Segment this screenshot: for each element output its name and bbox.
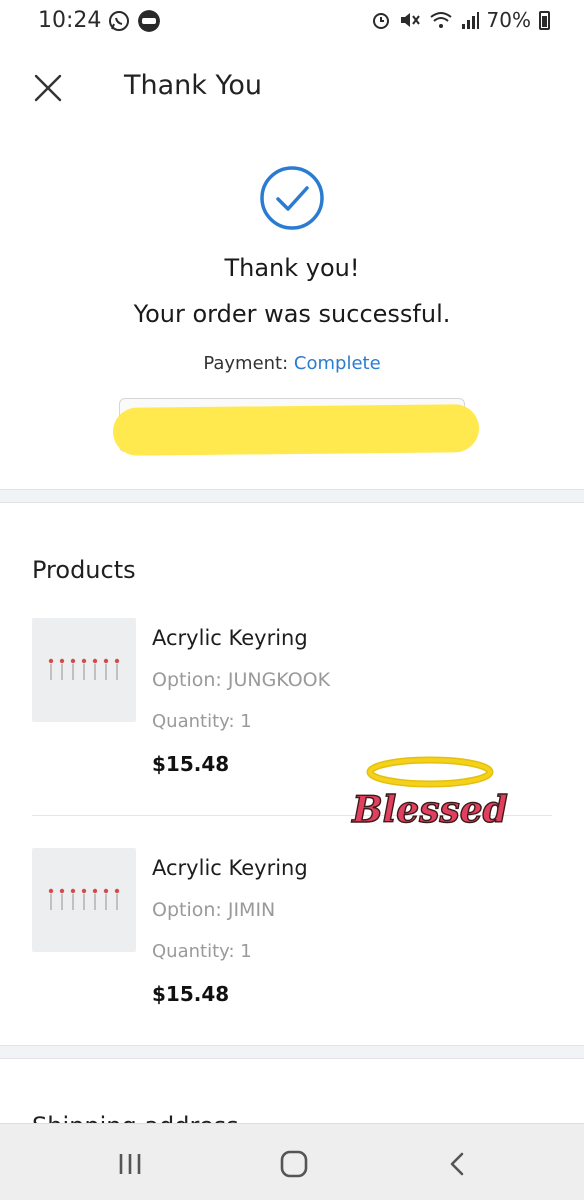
order-success-message: Your order was successful.	[133, 300, 451, 328]
check-circle-icon	[260, 166, 324, 230]
system-nav-bar	[0, 1123, 584, 1200]
line-icon	[138, 10, 160, 32]
recent-apps-icon[interactable]	[110, 1144, 150, 1184]
product-name: Acrylic Keyring	[152, 856, 308, 880]
page-title: Thank You	[124, 70, 263, 101]
sticker-text: Blessed	[351, 789, 508, 831]
halo-shape	[368, 758, 492, 786]
blessed-sticker: Blessed	[350, 756, 509, 832]
product-price: $15.48	[152, 982, 230, 1006]
section-divider	[0, 1045, 584, 1059]
back-icon[interactable]	[438, 1144, 478, 1184]
signal-icon	[461, 12, 479, 29]
thank-you-heading: Thank you!	[224, 254, 360, 282]
redaction-highlight	[112, 404, 480, 456]
payment-status-line: Payment: Complete	[0, 353, 584, 374]
product-price: $15.48	[152, 752, 230, 776]
product-quantity: Quantity: 1	[152, 711, 252, 732]
product-option: Option: JIMIN	[152, 899, 276, 921]
mute-icon	[400, 13, 420, 27]
products-title: Products	[32, 556, 136, 584]
product-option: Option: JUNGKOOK	[152, 669, 331, 691]
section-divider	[0, 489, 584, 503]
product-item[interactable]: Acrylic Keyring Option: JIMIN Quantity: …	[32, 848, 552, 1038]
product-quantity: Quantity: 1	[152, 941, 252, 962]
status-bar: 10:24 70%	[0, 0, 584, 44]
close-icon[interactable]	[26, 66, 70, 110]
battery-icon	[539, 10, 550, 30]
keyring-figures-image	[48, 658, 120, 680]
status-time: 10:24	[38, 8, 102, 33]
payment-status: Complete	[293, 353, 381, 374]
keyring-figures-image	[48, 888, 120, 910]
product-name: Acrylic Keyring	[152, 626, 308, 650]
product-image	[32, 848, 136, 952]
header: Thank You	[0, 44, 584, 134]
home-icon[interactable]	[274, 1144, 314, 1184]
battery-level: 70%	[486, 8, 531, 32]
payment-label: Payment:	[203, 353, 289, 374]
wifi-icon	[429, 12, 452, 28]
alarm-icon	[372, 13, 389, 29]
status-indicators: 70%	[371, 8, 550, 32]
whatsapp-icon	[109, 11, 129, 31]
product-image	[32, 618, 136, 722]
